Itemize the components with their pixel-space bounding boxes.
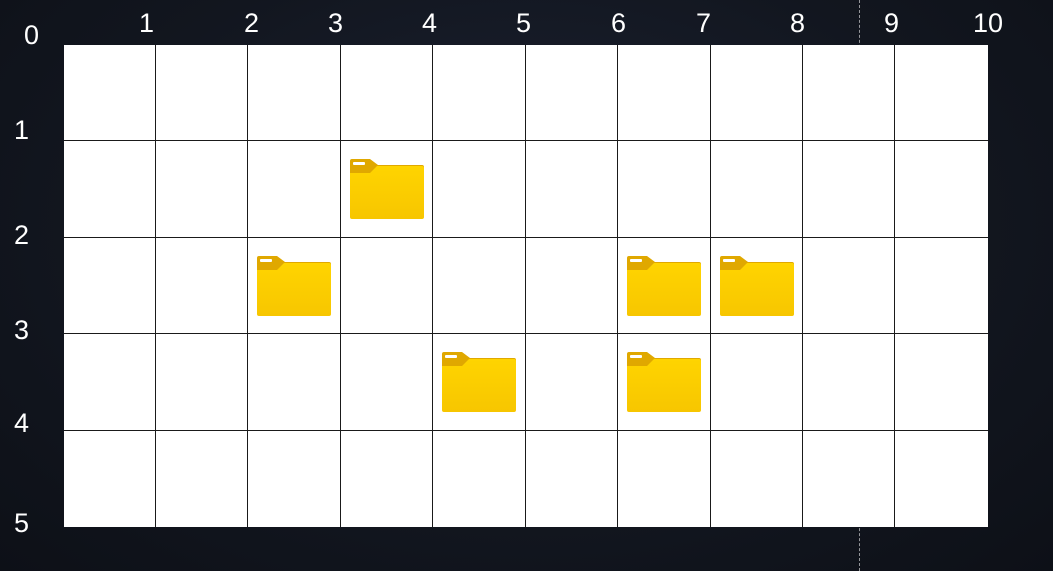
- grid-cell: [526, 431, 618, 527]
- grid-cell: [64, 431, 156, 527]
- grid-cell: [156, 45, 248, 141]
- row-label-4: 4: [14, 408, 30, 438]
- grid-cell: [64, 45, 156, 141]
- grid-cell: [341, 334, 433, 431]
- grid-cell[interactable]: [711, 238, 803, 334]
- grid-cell: [895, 238, 988, 334]
- row-label-2: 2: [14, 220, 30, 250]
- col-label-3: 3: [328, 8, 344, 38]
- row-label-3: 3: [14, 315, 30, 345]
- folder-icon[interactable]: [627, 352, 701, 412]
- grid-cell: [248, 431, 341, 527]
- grid-cell: [803, 141, 895, 238]
- grid-cell[interactable]: [618, 238, 711, 334]
- grid-cell: [341, 431, 433, 527]
- grid-cell: [526, 238, 618, 334]
- grid-cell: [248, 45, 341, 141]
- col-label-7: 7: [696, 8, 712, 38]
- grid-cell: [803, 45, 895, 141]
- grid-cell[interactable]: [341, 141, 433, 238]
- grid-cell: [526, 334, 618, 431]
- grid-cell: [711, 334, 803, 431]
- grid-cell: [64, 334, 156, 431]
- grid-cell: [433, 45, 526, 141]
- col-label-4: 4: [422, 8, 438, 38]
- grid-cell: [711, 141, 803, 238]
- grid-cell: [803, 334, 895, 431]
- grid-cell: [341, 45, 433, 141]
- grid-cell: [248, 334, 341, 431]
- grid-cell: [526, 45, 618, 141]
- grid-cell: [803, 238, 895, 334]
- grid-cell: [156, 238, 248, 334]
- grid-cell: [895, 141, 988, 238]
- col-label-0: 0: [24, 20, 40, 50]
- grid-cell: [433, 431, 526, 527]
- col-label-2: 2: [244, 8, 260, 38]
- row-label-5: 5: [14, 508, 30, 538]
- row-label-1: 1: [14, 115, 30, 145]
- grid-cell: [156, 431, 248, 527]
- folder-icon[interactable]: [257, 255, 331, 316]
- grid-cell: [433, 238, 526, 334]
- grid-cell: [64, 141, 156, 238]
- grid-cell: [711, 431, 803, 527]
- coordinate-grid: [64, 45, 988, 527]
- grid-cell: [803, 431, 895, 527]
- folder-icon[interactable]: [627, 255, 701, 316]
- folder-icon[interactable]: [442, 352, 516, 412]
- grid-cell: [64, 238, 156, 334]
- grid-cell: [895, 45, 988, 141]
- grid-cell[interactable]: [248, 238, 341, 334]
- grid-cell: [156, 141, 248, 238]
- col-label-5: 5: [516, 8, 532, 38]
- grid-cell[interactable]: [433, 334, 526, 431]
- grid-cell[interactable]: [618, 334, 711, 431]
- col-label-1: 1: [139, 8, 155, 38]
- grid-cell: [895, 334, 988, 431]
- grid-cell: [618, 141, 711, 238]
- grid-cell: [341, 238, 433, 334]
- col-label-6: 6: [611, 8, 627, 38]
- grid-cell: [711, 45, 803, 141]
- folder-icon[interactable]: [719, 255, 794, 316]
- grid-cell: [433, 141, 526, 238]
- grid-cell: [618, 431, 711, 527]
- grid-cell: [895, 431, 988, 527]
- grid-cell: [156, 334, 248, 431]
- col-label-10: 10: [973, 8, 1004, 38]
- col-label-9: 9: [884, 8, 900, 38]
- folder-icon[interactable]: [349, 159, 424, 219]
- grid-cell: [526, 141, 618, 238]
- grid-cell: [618, 45, 711, 141]
- col-label-8: 8: [790, 8, 806, 38]
- grid-cell: [248, 141, 341, 238]
